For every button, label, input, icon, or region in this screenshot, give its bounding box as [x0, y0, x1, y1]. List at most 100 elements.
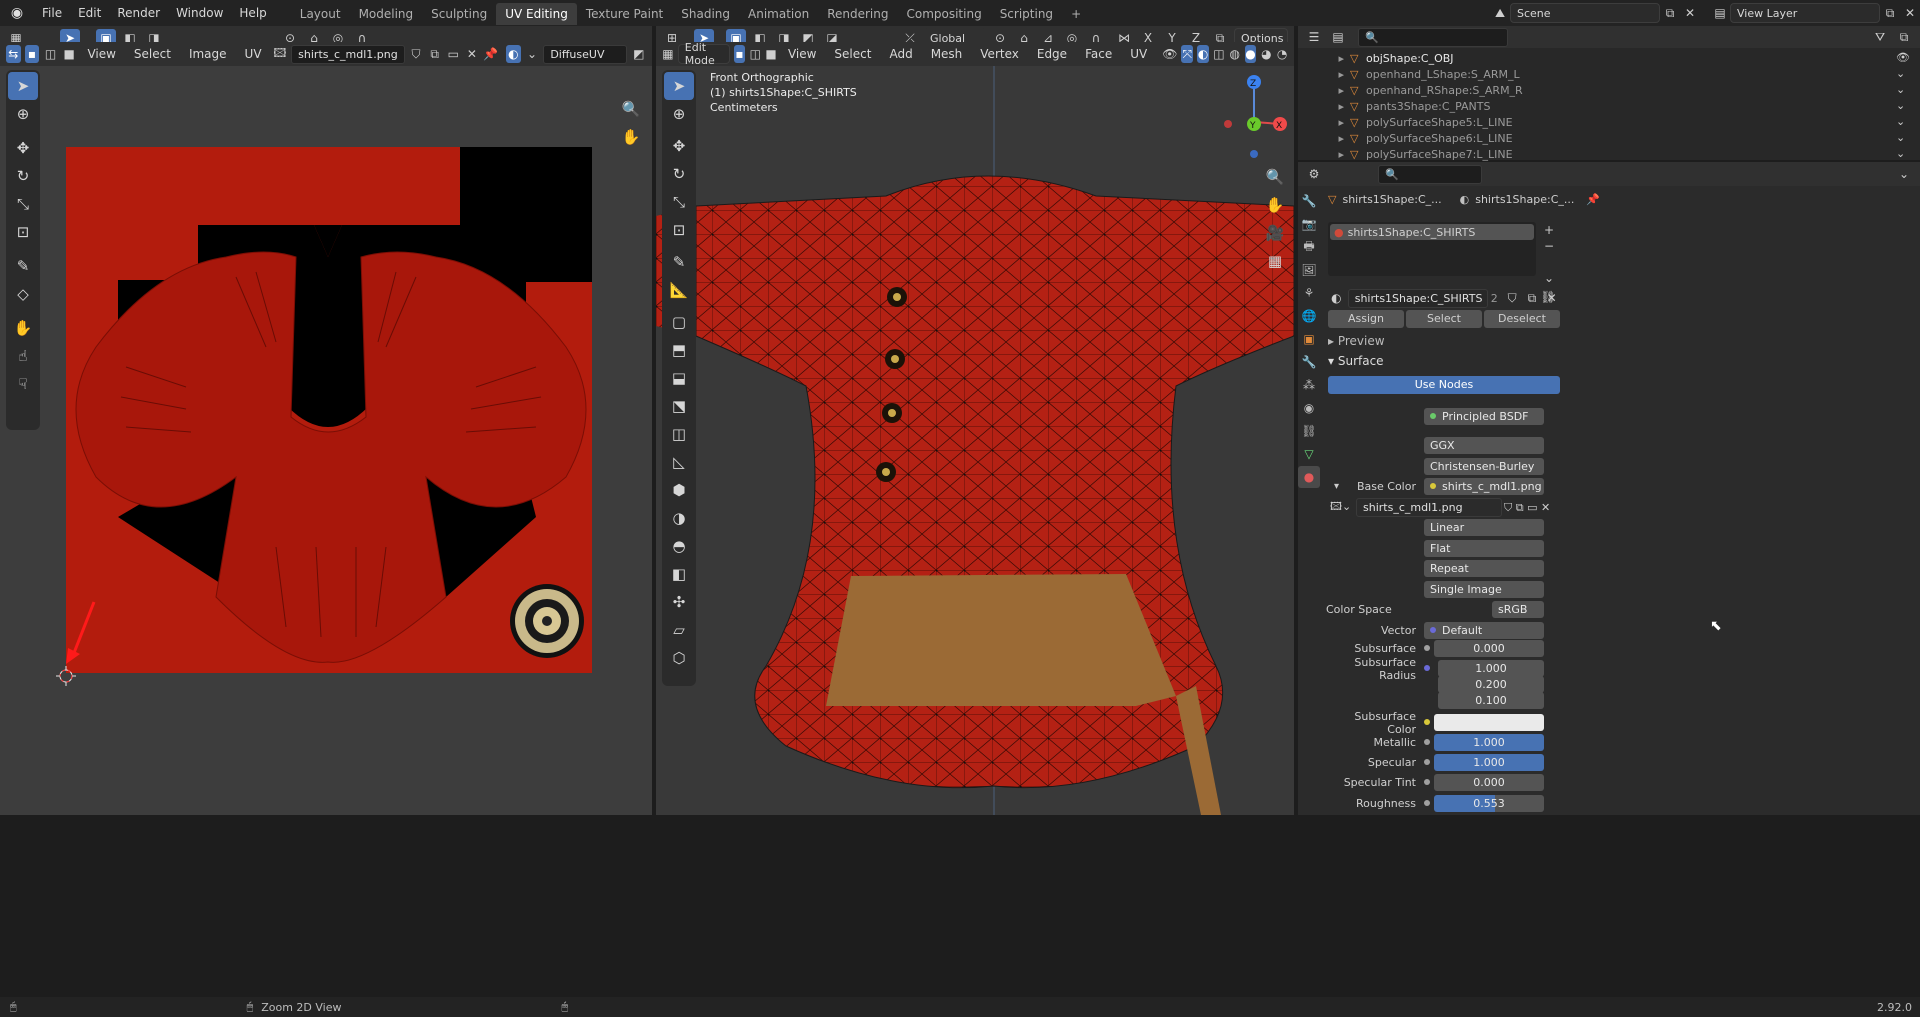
tab-scripting[interactable]: Scripting	[991, 3, 1062, 25]
xray-icon[interactable]: ◫	[1213, 45, 1225, 63]
browse-material-icon[interactable]: ◐	[1328, 289, 1345, 307]
distribution-dropdown[interactable]: GGX	[1424, 437, 1544, 454]
properties-search[interactable]: 🔍	[1378, 164, 1482, 184]
list-item[interactable]: ▸ ▽ polySurfaceShape5:L_LINE	[1298, 114, 1618, 130]
collapse-base-color-icon[interactable]: ▾	[1334, 481, 1339, 492]
slot-buttons[interactable]: + − ⌄	[1544, 222, 1560, 285]
list-item[interactable]: ▸ ▽ objShape:C_OBJ	[1298, 50, 1618, 66]
vp-tool-inset-icon[interactable]: ⬓	[664, 364, 694, 392]
tab-sculpting[interactable]: Sculpting	[422, 3, 496, 25]
use-nodes-button[interactable]: Use Nodes	[1328, 376, 1560, 394]
face-mode-icon[interactable]: ■	[765, 45, 777, 63]
tab-rendering[interactable]: Rendering	[818, 3, 897, 25]
vp-tool-move-icon[interactable]: ✥	[664, 132, 694, 160]
relax-tool-icon[interactable]: ☝	[8, 342, 38, 370]
list-item[interactable]: ▸ ▽ polySurfaceShape6:L_LINE	[1298, 130, 1618, 146]
camera-view-icon[interactable]: 🎥	[1262, 220, 1288, 246]
tab-world-icon[interactable]: 🌐	[1298, 305, 1320, 327]
mesh-viewport-canvas[interactable]	[656, 66, 1294, 815]
material-shading-icon[interactable]: ◕	[1260, 45, 1272, 63]
scene-selector[interactable]: Scene	[1510, 3, 1660, 23]
vp-menu-view[interactable]: View	[781, 47, 823, 61]
face-select-icon[interactable]: ■	[62, 45, 77, 63]
socket-icon[interactable]	[1424, 779, 1430, 785]
new-view-layer-icon[interactable]: ⧉	[1880, 4, 1900, 22]
socket-icon[interactable]	[1424, 739, 1430, 745]
vp-tool-shear-icon[interactable]: ▱	[664, 616, 694, 644]
tab-uv-editing[interactable]: UV Editing	[496, 3, 577, 25]
tab-render-icon[interactable]: 📷	[1298, 213, 1320, 235]
socket-icon[interactable]	[1424, 645, 1430, 651]
radius-z-field[interactable]: 0.100	[1438, 692, 1544, 709]
vp-tool-spin-icon[interactable]: ◑	[664, 504, 694, 532]
display-channels-icon[interactable]: ◩	[631, 45, 646, 63]
projection-dropdown[interactable]: Flat	[1424, 540, 1544, 557]
cursor-tool-icon[interactable]: ⊕	[8, 100, 38, 128]
subsurface-method-dropdown[interactable]: Christensen-Burley	[1424, 458, 1544, 475]
fake-user-icon[interactable]: ⛉	[409, 45, 424, 63]
pin-icon[interactable]: 📌	[483, 45, 498, 63]
tab-view-layer-icon[interactable]: 🖼	[1298, 259, 1320, 281]
tab-particles-icon[interactable]: ⁂	[1298, 374, 1320, 396]
filter-icon[interactable]: ⛛	[1870, 28, 1890, 46]
unlink-image-icon[interactable]: ✕	[465, 45, 480, 63]
list-item[interactable]: ▸ ▽ openhand_RShape:S_ARM_R	[1298, 82, 1618, 98]
node-image-name-field[interactable]: shirts_c_mdl1.png	[1356, 498, 1502, 517]
vp-menu-edge[interactable]: Edge	[1030, 47, 1074, 61]
scene-icon[interactable]: ⛰	[1490, 4, 1510, 22]
material-slot-row[interactable]: ● shirts1Shape:C_SHIRTS	[1330, 224, 1534, 240]
sync-selection-icon[interactable]: ⇆	[6, 45, 21, 63]
uv-menu-view[interactable]: View	[80, 47, 122, 61]
outliner-type-icon[interactable]: ☰	[1304, 28, 1324, 46]
rendered-shading-icon[interactable]: ◔	[1276, 45, 1288, 63]
uv-menu-image[interactable]: Image	[182, 47, 234, 61]
subsurface-slider[interactable]: 0.000	[1434, 640, 1544, 657]
2d-cursor-icon[interactable]	[56, 666, 76, 686]
socket-icon[interactable]	[1424, 665, 1430, 671]
vp-tool-rip-icon[interactable]: ⬡	[664, 644, 694, 672]
perspective-toggle-icon[interactable]: ▦	[1262, 248, 1288, 274]
preview-panel-header[interactable]: ▸ Preview	[1328, 334, 1560, 352]
vp-tool-bevel-icon[interactable]: ⬔	[664, 392, 694, 420]
surface-panel-header[interactable]: ▾ Surface	[1328, 354, 1560, 372]
vp-tool-cursor-icon[interactable]: ⊕	[664, 100, 694, 128]
node-image-actions-icon[interactable]: ⛉ ⧉ ▭ ✕	[1504, 501, 1550, 515]
tab-output-icon[interactable]: 🖶	[1298, 236, 1320, 258]
vp-tool-select-icon[interactable]: ➤	[664, 72, 694, 100]
vp-tool-transform-icon[interactable]: ⊡	[664, 216, 694, 244]
tab-physics-icon[interactable]: ◉	[1298, 397, 1320, 419]
menu-help[interactable]: Help	[231, 0, 274, 26]
link-dropdown-icon[interactable]: ⛓	[1538, 288, 1558, 306]
specular-tint-slider[interactable]: 0.000	[1434, 774, 1544, 791]
solid-shading-icon[interactable]: ●	[1244, 45, 1257, 63]
new-collection-icon[interactable]: ⧉	[1894, 28, 1914, 46]
blender-logo-icon[interactable]: ◉	[0, 5, 34, 21]
visibility-toggles[interactable]: 👁 ⌄ ⌄ ⌄ ⌄ ⌄ ⌄	[1896, 50, 1916, 160]
vp-menu-face[interactable]: Face	[1078, 47, 1119, 61]
menu-render[interactable]: Render	[109, 0, 168, 26]
vp-menu-vertex[interactable]: Vertex	[973, 47, 1026, 61]
color-space-dropdown[interactable]: sRGB	[1492, 601, 1544, 618]
vp-tool-loopcut-icon[interactable]: ◫	[664, 420, 694, 448]
new-scene-icon[interactable]: ⧉	[1660, 4, 1680, 22]
vp-tool-knife-icon[interactable]: ◺	[664, 448, 694, 476]
move-tool-icon[interactable]: ✥	[8, 134, 38, 162]
vp-menu-select[interactable]: Select	[827, 47, 878, 61]
vp-pan-gizmo-icon[interactable]: ✋	[1262, 192, 1288, 218]
vp-tool-add-cube-icon[interactable]: ▢	[664, 308, 694, 336]
vp-menu-uv[interactable]: UV	[1123, 47, 1154, 61]
uv-menu-select[interactable]: Select	[127, 47, 178, 61]
vertex-select-icon[interactable]: ▪	[24, 45, 40, 63]
vp-zoom-gizmo-icon[interactable]: 🔍	[1262, 164, 1288, 190]
vp-tool-edge-slide-icon[interactable]: ◧	[664, 560, 694, 588]
tab-shading[interactable]: Shading	[672, 3, 739, 25]
material-name-field[interactable]: shirts1Shape:C_SHIRTS	[1347, 288, 1488, 308]
tab-object-icon[interactable]: ▣	[1298, 328, 1320, 350]
rip-tool-icon[interactable]: ◇	[8, 280, 38, 308]
menu-file[interactable]: File	[34, 0, 70, 26]
rotate-tool-icon[interactable]: ↻	[8, 162, 38, 190]
outliner-search[interactable]: 🔍	[1358, 27, 1508, 47]
view-layer-selector[interactable]: View Layer	[1730, 3, 1880, 23]
vp-tool-rotate-icon[interactable]: ↻	[664, 160, 694, 188]
select-box-tool-icon[interactable]: ➤	[8, 72, 38, 100]
